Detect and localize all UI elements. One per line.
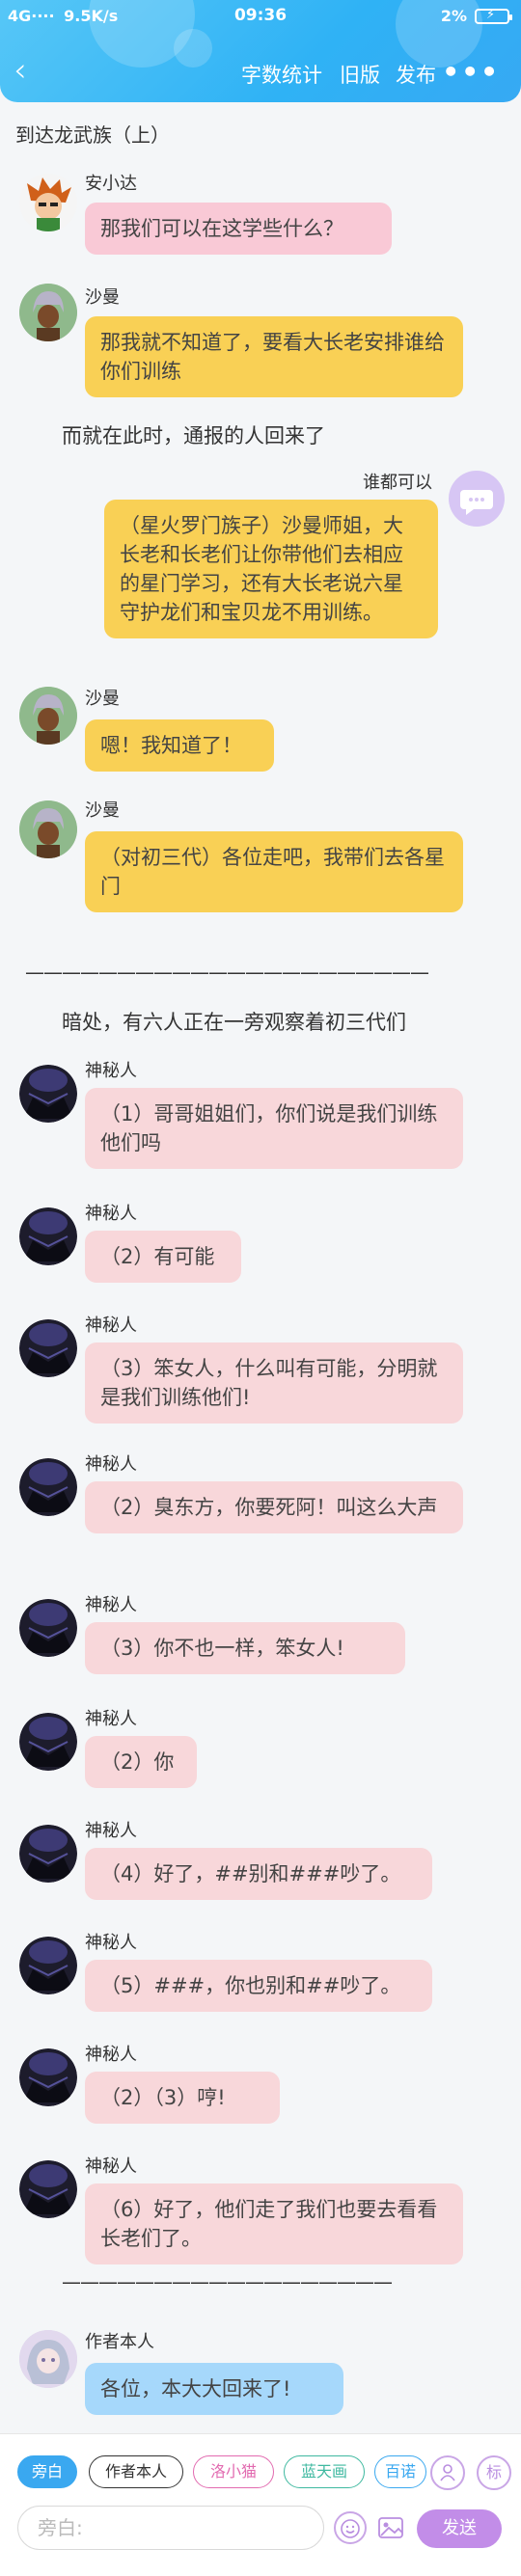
role-chip-narrator[interactable]: 旁白 [17, 2455, 77, 2488]
speaker-name: 安小达 [85, 174, 137, 194]
speaker-name: 神秘人 [85, 1821, 137, 1841]
role-chip[interactable]: 蓝天画 [284, 2455, 365, 2488]
speaker-name: 神秘人 [85, 1933, 137, 1953]
avatar[interactable] [19, 800, 77, 858]
avatar[interactable] [19, 1207, 77, 1265]
user-icon[interactable] [430, 2455, 465, 2490]
message-bubble[interactable]: 嗯！我知道了！ [85, 719, 274, 772]
avatar[interactable] [19, 1713, 77, 1771]
message-bubble[interactable]: 那我们可以在这学些什么？ [85, 203, 392, 255]
role-chip-author[interactable]: 作者本人 [89, 2455, 183, 2488]
tag-button[interactable]: 标 [477, 2455, 511, 2490]
narration-text[interactable]: 而就在此时，通报的人回来了 [62, 420, 325, 449]
speaker-name: 沙曼 [85, 800, 120, 821]
message-bubble[interactable]: （3）你不也一样，笨女人! [85, 1622, 405, 1674]
battery-percent: 2% [440, 7, 467, 25]
composer-bar: 旁白 作者本人 洛小猫 蓝天画 百诺 标 旁白: 发送 [0, 2433, 521, 2576]
speaker-name: 沙曼 [85, 287, 120, 308]
speaker-name: 作者本人 [85, 2332, 154, 2352]
message-bubble[interactable]: （3）笨女人，什么叫有可能，分明就是我们训练他们! [85, 1342, 463, 1424]
avatar[interactable] [19, 174, 77, 231]
speaker-name: 神秘人 [85, 2045, 137, 2065]
message-bubble[interactable]: （1）哥哥姐姐们，你们说是我们训练他们吗 [85, 1088, 463, 1169]
speaker-name: 神秘人 [85, 1454, 137, 1475]
avatar[interactable] [19, 1458, 77, 1516]
speaker-name: 神秘人 [85, 2156, 137, 2177]
emoji-icon[interactable] [334, 2511, 367, 2544]
role-chip[interactable]: 洛小猫 [193, 2455, 274, 2488]
avatar[interactable] [19, 687, 77, 745]
role-chip[interactable]: 百诺 [374, 2455, 426, 2488]
avatar[interactable] [19, 284, 77, 341]
section-divider: —————————————————————— [25, 961, 429, 984]
speaker-name: 神秘人 [85, 1204, 137, 1224]
avatar[interactable] [19, 1065, 77, 1123]
old-version-button[interactable]: 旧版 [340, 60, 380, 89]
message-bubble[interactable]: （6）好了，他们走了我们也要去看看长老们了。 [85, 2183, 463, 2264]
message-bubble[interactable]: （2）有可能 [85, 1231, 241, 1283]
avatar[interactable] [19, 1825, 77, 1883]
word-count-button[interactable]: 字数统计 [241, 60, 322, 89]
speaker-name: 神秘人 [85, 1709, 137, 1729]
status-bar: 4G···· 9.5K/s 09:36 2% ⚡ [0, 0, 521, 33]
speaker-name: 谁都可以 [363, 473, 432, 493]
speaker-name: 沙曼 [85, 689, 120, 709]
navbar: ‹ 字数统计 旧版 发布 ••• [0, 54, 521, 93]
speaker-name: 神秘人 [85, 1061, 137, 1081]
speaker-name: 神秘人 [85, 1315, 137, 1336]
message-bubble[interactable]: （4）好了，##别和###吵了。 [85, 1848, 432, 1900]
message-bubble[interactable]: （2）臭东方，你要死阿！叫这么大声 [85, 1481, 463, 1533]
image-icon[interactable] [374, 2511, 407, 2544]
section-divider: —————————————————— [62, 2270, 393, 2293]
message-bubble[interactable]: （5）###，你也别和##吵了。 [85, 1960, 432, 2012]
publish-button[interactable]: 发布 [396, 60, 436, 89]
message-bubble[interactable]: （对初三代）各位走吧，我带们去各星门 [85, 831, 463, 912]
message-bubble[interactable]: （星火罗门族子）沙曼师姐，大长老和长老们让你带他们去相应的星门学习，还有大长老说… [104, 500, 438, 638]
narration-text[interactable]: 暗处，有六人正在一旁观察着初三代们 [62, 1007, 406, 1036]
message-input[interactable]: 旁白: [17, 2506, 324, 2550]
message-bubble[interactable]: （2）你 [85, 1736, 197, 1788]
avatar[interactable] [19, 1937, 77, 1994]
message-bubble[interactable]: （2）（3）哼! [85, 2072, 280, 2124]
battery-icon: ⚡ [475, 8, 512, 24]
avatar[interactable] [19, 2048, 77, 2106]
send-button[interactable]: 发送 [417, 2509, 502, 2548]
speaker-name: 神秘人 [85, 1595, 137, 1615]
chapter-title: 到达龙武族（上） [15, 123, 170, 147]
avatar[interactable] [19, 2160, 77, 2218]
more-icon[interactable]: ••• [442, 56, 500, 88]
message-bubble[interactable]: 各位，本大大回来了! [85, 2363, 343, 2415]
avatar[interactable] [19, 2330, 77, 2388]
app-header: 4G···· 9.5K/s 09:36 2% ⚡ ‹ 字数统计 旧版 发布 ••… [0, 0, 521, 102]
chat-bubble-icon[interactable] [449, 471, 505, 527]
back-button[interactable]: ‹ [14, 54, 48, 93]
avatar[interactable] [19, 1599, 77, 1657]
message-bubble[interactable]: 那我就不知道了，要看大长老安排谁给你们训练 [85, 316, 463, 397]
avatar[interactable] [19, 1319, 77, 1377]
